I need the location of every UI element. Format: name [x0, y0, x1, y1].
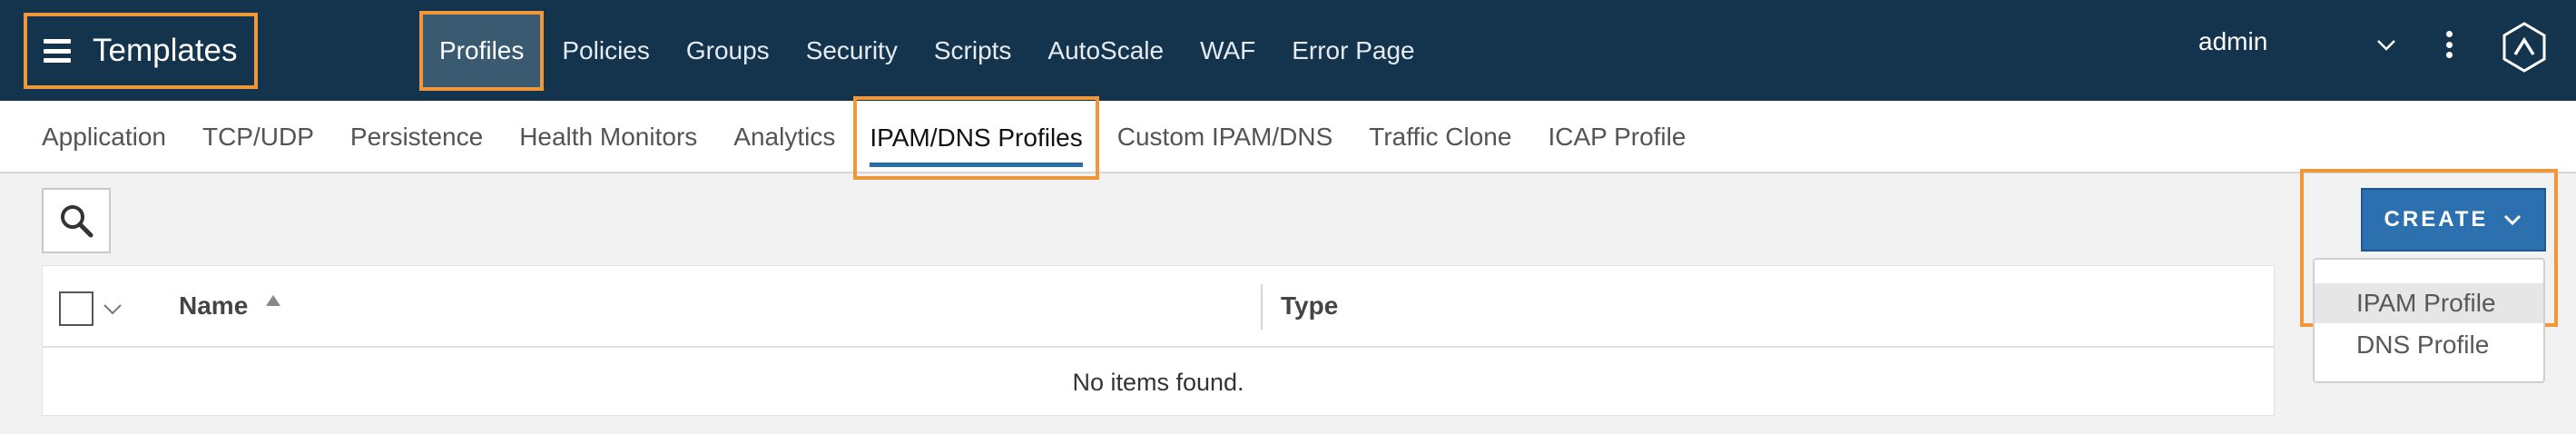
chevron-down-icon: [2504, 214, 2522, 226]
column-header-name[interactable]: Name: [179, 291, 248, 321]
main-nav: Profiles Policies Groups Security Script…: [419, 11, 1433, 91]
select-all-checkbox[interactable]: [59, 291, 93, 326]
menu-icon[interactable]: [44, 39, 71, 63]
chevron-down-icon[interactable]: [2376, 35, 2396, 54]
table-header: Name Type: [43, 266, 2274, 348]
kebab-icon[interactable]: [2445, 31, 2453, 58]
tab-analytics[interactable]: Analytics: [715, 101, 853, 173]
menu-item-dns-profile[interactable]: DNS Profile: [2315, 325, 2543, 365]
top-navbar: Templates Profiles Policies Groups Secur…: [0, 0, 2576, 101]
chevron-down-icon[interactable]: [103, 299, 123, 319]
tab-custom-ipam-dns[interactable]: Custom IPAM/DNS: [1099, 101, 1352, 173]
tab-traffic-clone[interactable]: Traffic Clone: [1351, 101, 1529, 173]
profile-tabs: Application TCP/UDP Persistence Health M…: [24, 96, 1704, 180]
tab-application[interactable]: Application: [24, 101, 184, 173]
nav-profiles[interactable]: Profiles: [419, 11, 545, 91]
create-dropdown-menu: IPAM Profile DNS Profile: [2313, 258, 2545, 383]
nav-policies[interactable]: Policies: [544, 11, 667, 91]
create-button[interactable]: CREATE: [2361, 188, 2546, 252]
search-icon: [61, 205, 93, 238]
nav-autoscale[interactable]: AutoScale: [1029, 11, 1182, 91]
section-title: Templates: [93, 33, 238, 68]
user-name[interactable]: admin: [2198, 27, 2267, 56]
sub-navbar: Application TCP/UDP Persistence Health M…: [0, 96, 2576, 180]
nav-error-page[interactable]: Error Page: [1273, 11, 1432, 91]
sort-ascending-icon: [266, 295, 280, 306]
profiles-table: Name Type No items found.: [42, 265, 2275, 416]
column-divider[interactable]: [1261, 284, 1263, 330]
search-button[interactable]: [42, 188, 111, 253]
nav-waf[interactable]: WAF: [1182, 11, 1273, 91]
nav-security[interactable]: Security: [788, 11, 916, 91]
tab-tcp-udp[interactable]: TCP/UDP: [184, 101, 332, 173]
menu-item-ipam-profile[interactable]: IPAM Profile: [2315, 283, 2543, 323]
empty-state-message: No items found.: [1072, 368, 1244, 396]
logo-icon[interactable]: [2502, 22, 2547, 73]
nav-groups[interactable]: Groups: [668, 11, 788, 91]
tab-health-monitors[interactable]: Health Monitors: [501, 101, 715, 173]
create-button-label: CREATE: [2384, 207, 2489, 232]
tab-icap-profile[interactable]: ICAP Profile: [1529, 101, 1704, 173]
templates-menu-toggle[interactable]: Templates: [24, 13, 258, 89]
column-header-type[interactable]: Type: [1281, 291, 1338, 321]
tab-persistence[interactable]: Persistence: [332, 101, 501, 173]
tab-ipam-dns-profiles[interactable]: IPAM/DNS Profiles: [853, 96, 1099, 180]
nav-scripts[interactable]: Scripts: [916, 11, 1030, 91]
